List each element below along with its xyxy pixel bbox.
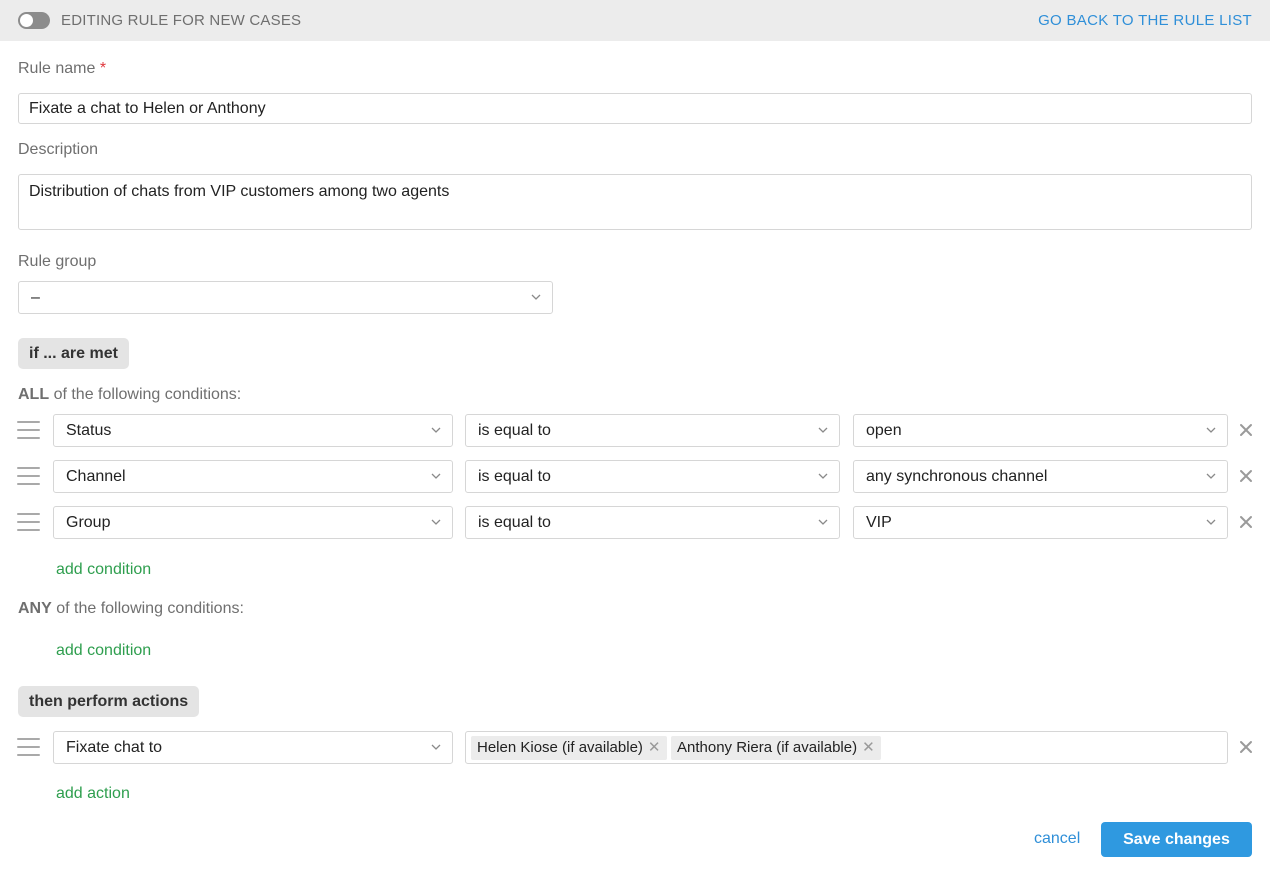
remove-tag-icon[interactable]: ✕ bbox=[862, 736, 875, 760]
remove-condition-icon[interactable] bbox=[1238, 514, 1254, 530]
condition-operator-select[interactable]: is equal to bbox=[465, 414, 840, 447]
chevron-down-icon bbox=[818, 427, 828, 433]
condition-field-select[interactable]: Status bbox=[53, 414, 453, 447]
rule-name-label: Rule name * bbox=[18, 60, 106, 78]
agent-tag: Helen Kiose (if available) ✕ bbox=[471, 736, 667, 760]
rule-group-select[interactable]: – bbox=[18, 281, 553, 314]
drag-handle-icon[interactable] bbox=[17, 513, 40, 533]
conditions-section-label: if ... are met bbox=[18, 338, 129, 369]
action-type-value: Fixate chat to bbox=[66, 739, 163, 756]
required-mark: * bbox=[99, 60, 107, 77]
chevron-down-icon bbox=[818, 473, 828, 479]
condition-field-value: Status bbox=[66, 422, 112, 439]
chevron-down-icon bbox=[431, 427, 441, 433]
cancel-link[interactable]: cancel bbox=[1034, 830, 1080, 848]
top-bar: EDITING RULE FOR NEW CASES GO BACK TO TH… bbox=[0, 0, 1270, 41]
chevron-down-icon bbox=[1206, 427, 1216, 433]
chevron-down-icon bbox=[431, 744, 441, 750]
remove-tag-icon[interactable]: ✕ bbox=[648, 736, 661, 760]
page-title: EDITING RULE FOR NEW CASES bbox=[61, 12, 302, 29]
condition-operator-select[interactable]: is equal to bbox=[465, 460, 840, 493]
back-to-rule-list-link[interactable]: GO BACK TO THE RULE LIST bbox=[1038, 12, 1252, 29]
condition-value-text: VIP bbox=[866, 514, 892, 531]
chevron-down-icon bbox=[1206, 473, 1216, 479]
condition-operator-value: is equal to bbox=[478, 468, 551, 485]
remove-condition-icon[interactable] bbox=[1238, 422, 1254, 438]
agent-multiselect[interactable]: Helen Kiose (if available) ✕ Anthony Rier… bbox=[465, 731, 1228, 764]
all-conditions-heading: ALL of the following conditions: bbox=[18, 386, 241, 404]
condition-field-select[interactable]: Group bbox=[53, 506, 453, 539]
remove-action-icon[interactable] bbox=[1238, 739, 1254, 755]
add-action-link[interactable]: add action bbox=[56, 785, 130, 803]
rule-group-label: Rule group bbox=[18, 253, 97, 270]
any-conditions-heading: ANY of the following conditions: bbox=[18, 600, 244, 618]
any-keyword: ANY bbox=[18, 600, 52, 617]
rule-name-label-text: Rule name bbox=[18, 60, 96, 77]
rule-name-input[interactable] bbox=[18, 93, 1252, 124]
condition-field-select[interactable]: Channel bbox=[53, 460, 453, 493]
description-textarea[interactable]: Distribution of chats from VIP customers… bbox=[18, 174, 1252, 230]
agent-tag-label: Helen Kiose (if available) bbox=[477, 739, 643, 756]
agent-tag: Anthony Riera (if available) ✕ bbox=[671, 736, 881, 760]
all-conditions-suffix: of the following conditions: bbox=[53, 386, 242, 403]
condition-value-select[interactable]: any synchronous channel bbox=[853, 460, 1228, 493]
condition-value-select[interactable]: VIP bbox=[853, 506, 1228, 539]
condition-field-value: Channel bbox=[66, 468, 126, 485]
description-label: Description bbox=[18, 141, 99, 158]
chevron-down-icon bbox=[431, 473, 441, 479]
remove-condition-icon[interactable] bbox=[1238, 468, 1254, 484]
rule-active-toggle[interactable] bbox=[18, 12, 50, 29]
chevron-down-icon bbox=[1206, 519, 1216, 525]
all-keyword: ALL bbox=[18, 386, 50, 403]
condition-value-select[interactable]: open bbox=[853, 414, 1228, 447]
drag-handle-icon[interactable] bbox=[17, 467, 40, 487]
agent-tag-label: Anthony Riera (if available) bbox=[677, 739, 858, 756]
add-all-condition-link[interactable]: add condition bbox=[56, 561, 151, 579]
actions-section-label: then perform actions bbox=[18, 686, 200, 717]
condition-operator-value: is equal to bbox=[478, 514, 551, 531]
condition-field-value: Group bbox=[66, 514, 111, 531]
chevron-down-icon bbox=[531, 294, 541, 300]
condition-value-text: open bbox=[866, 422, 902, 439]
add-any-condition-link[interactable]: add condition bbox=[56, 642, 151, 660]
chevron-down-icon bbox=[818, 519, 828, 525]
any-conditions-suffix: of the following conditions: bbox=[56, 600, 244, 617]
save-changes-button[interactable]: Save changes bbox=[1101, 822, 1252, 857]
action-type-select[interactable]: Fixate chat to bbox=[53, 731, 453, 764]
condition-value-text: any synchronous channel bbox=[866, 468, 1048, 485]
rule-group-value: – bbox=[31, 289, 40, 306]
toggle-knob bbox=[20, 14, 33, 27]
condition-operator-select[interactable]: is equal to bbox=[465, 506, 840, 539]
condition-operator-value: is equal to bbox=[478, 422, 551, 439]
chevron-down-icon bbox=[431, 519, 441, 525]
drag-handle-icon[interactable] bbox=[17, 421, 40, 441]
drag-handle-icon[interactable] bbox=[17, 738, 40, 758]
